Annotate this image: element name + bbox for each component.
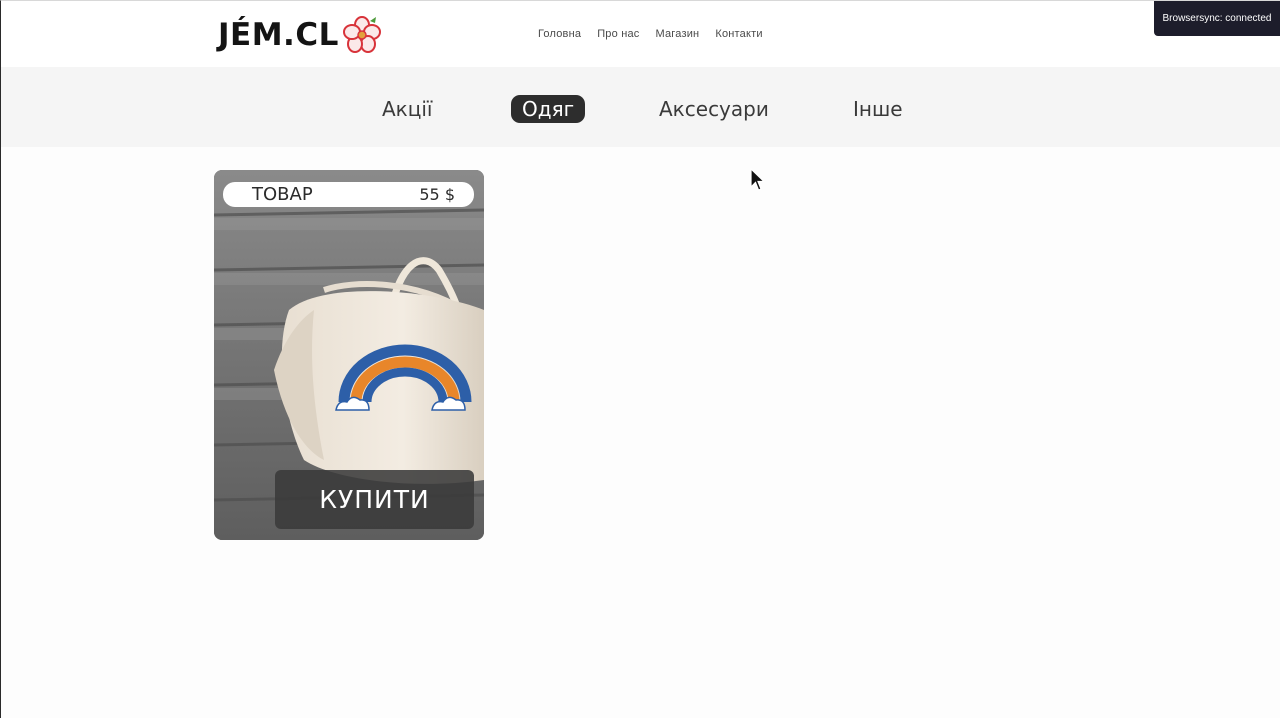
category-tab-other[interactable]: Інше — [853, 95, 903, 123]
site-logo[interactable]: JÉM.CL — [218, 13, 382, 57]
category-bar: Акції Одяг Аксесуари Інше — [1, 67, 1280, 147]
mouse-pointer-icon — [750, 168, 766, 191]
product-name: ТОВАР — [252, 184, 313, 205]
product-price: 55 $ — [419, 185, 455, 204]
category-tab-sales[interactable]: Акції — [382, 95, 433, 123]
category-tab-accessories[interactable]: Аксесуари — [659, 95, 769, 123]
category-tab-clothing[interactable]: Одяг — [511, 95, 586, 123]
nav-link-shop[interactable]: Магазин — [656, 28, 700, 40]
nav-link-home[interactable]: Головна — [538, 28, 581, 40]
buy-button[interactable]: КУПИТИ — [275, 470, 474, 529]
main-nav: Головна Про нас Магазин Контакти — [538, 28, 779, 40]
nav-link-about[interactable]: Про нас — [597, 28, 639, 40]
site-header: JÉM.CL Головна Про нас Магазин Контакти — [1, 1, 1280, 67]
nav-link-contacts[interactable]: Контакти — [715, 28, 762, 40]
product-card: ТОВАР 55 $ КУПИТИ — [214, 170, 484, 540]
product-label: ТОВАР 55 $ — [223, 182, 474, 207]
logo-text: JÉM.CL — [218, 17, 339, 53]
browsersync-status-badge: Browsersync: connected — [1154, 1, 1280, 36]
hibiscus-flower-icon — [342, 16, 381, 53]
